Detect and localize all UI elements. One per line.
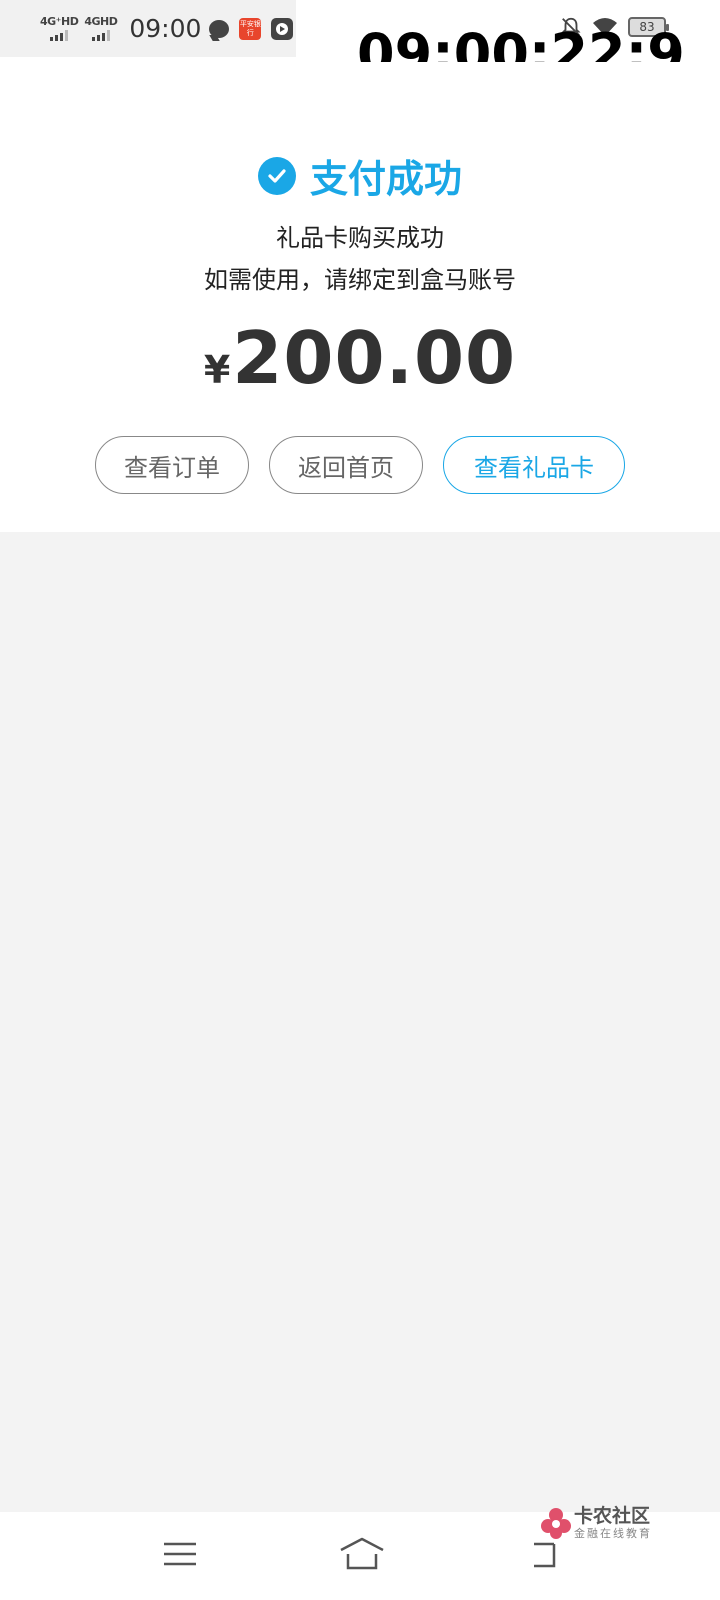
amount-value: 200.00: [232, 316, 517, 400]
amount-display: ¥ 200.00: [0, 316, 720, 400]
success-title: 支付成功: [309, 157, 462, 201]
result-message-line1: 礼品卡购买成功: [276, 224, 444, 252]
signal-bars-icon: [91, 30, 110, 41]
watermark-subtitle: 金融在线教育: [574, 1527, 652, 1540]
watermark-logo-icon: [541, 1507, 571, 1539]
currency-symbol: ¥: [203, 348, 231, 392]
chat-bubble-icon: [209, 19, 230, 38]
status-time: 09:00: [129, 14, 202, 43]
bank-app-icon: 平安银行: [239, 17, 262, 40]
view-order-button[interactable]: 查看订单: [95, 436, 249, 494]
check-circle-icon: [257, 156, 296, 195]
watermark-title: 卡农社区: [574, 1505, 651, 1527]
back-icon[interactable]: [530, 1536, 570, 1572]
signal-sim1: 4G⁺HD: [40, 15, 79, 41]
media-play-icon: [271, 17, 294, 40]
action-buttons: 查看订单 返回首页 查看礼品卡: [0, 436, 720, 494]
view-gift-card-button[interactable]: 查看礼品卡: [443, 436, 625, 494]
success-header: 支付成功: [0, 148, 720, 203]
status-left: 4G⁺HD 4GHD 09:00 平安银行: [0, 0, 296, 57]
signal-bars-icon: [50, 30, 69, 41]
back-home-button[interactable]: 返回首页: [269, 436, 423, 494]
signal-sim1-label: 4G⁺HD: [40, 15, 79, 28]
payment-result-card: 支付成功 礼品卡购买成功 如需使用，请绑定到盒马账号 ¥ 200.00 查看订单…: [0, 62, 720, 532]
signal-sim2: 4GHD: [84, 15, 118, 41]
watermark: 卡农社区 金融在线教育: [540, 1505, 652, 1540]
signal-sim2-label: 4GHD: [84, 15, 118, 28]
watermark-text: 卡农社区 金融在线教育: [574, 1505, 652, 1540]
result-message-line2: 如需使用，请绑定到盒马账号: [204, 266, 516, 294]
menu-icon[interactable]: [160, 1536, 200, 1572]
home-icon[interactable]: [338, 1536, 386, 1572]
